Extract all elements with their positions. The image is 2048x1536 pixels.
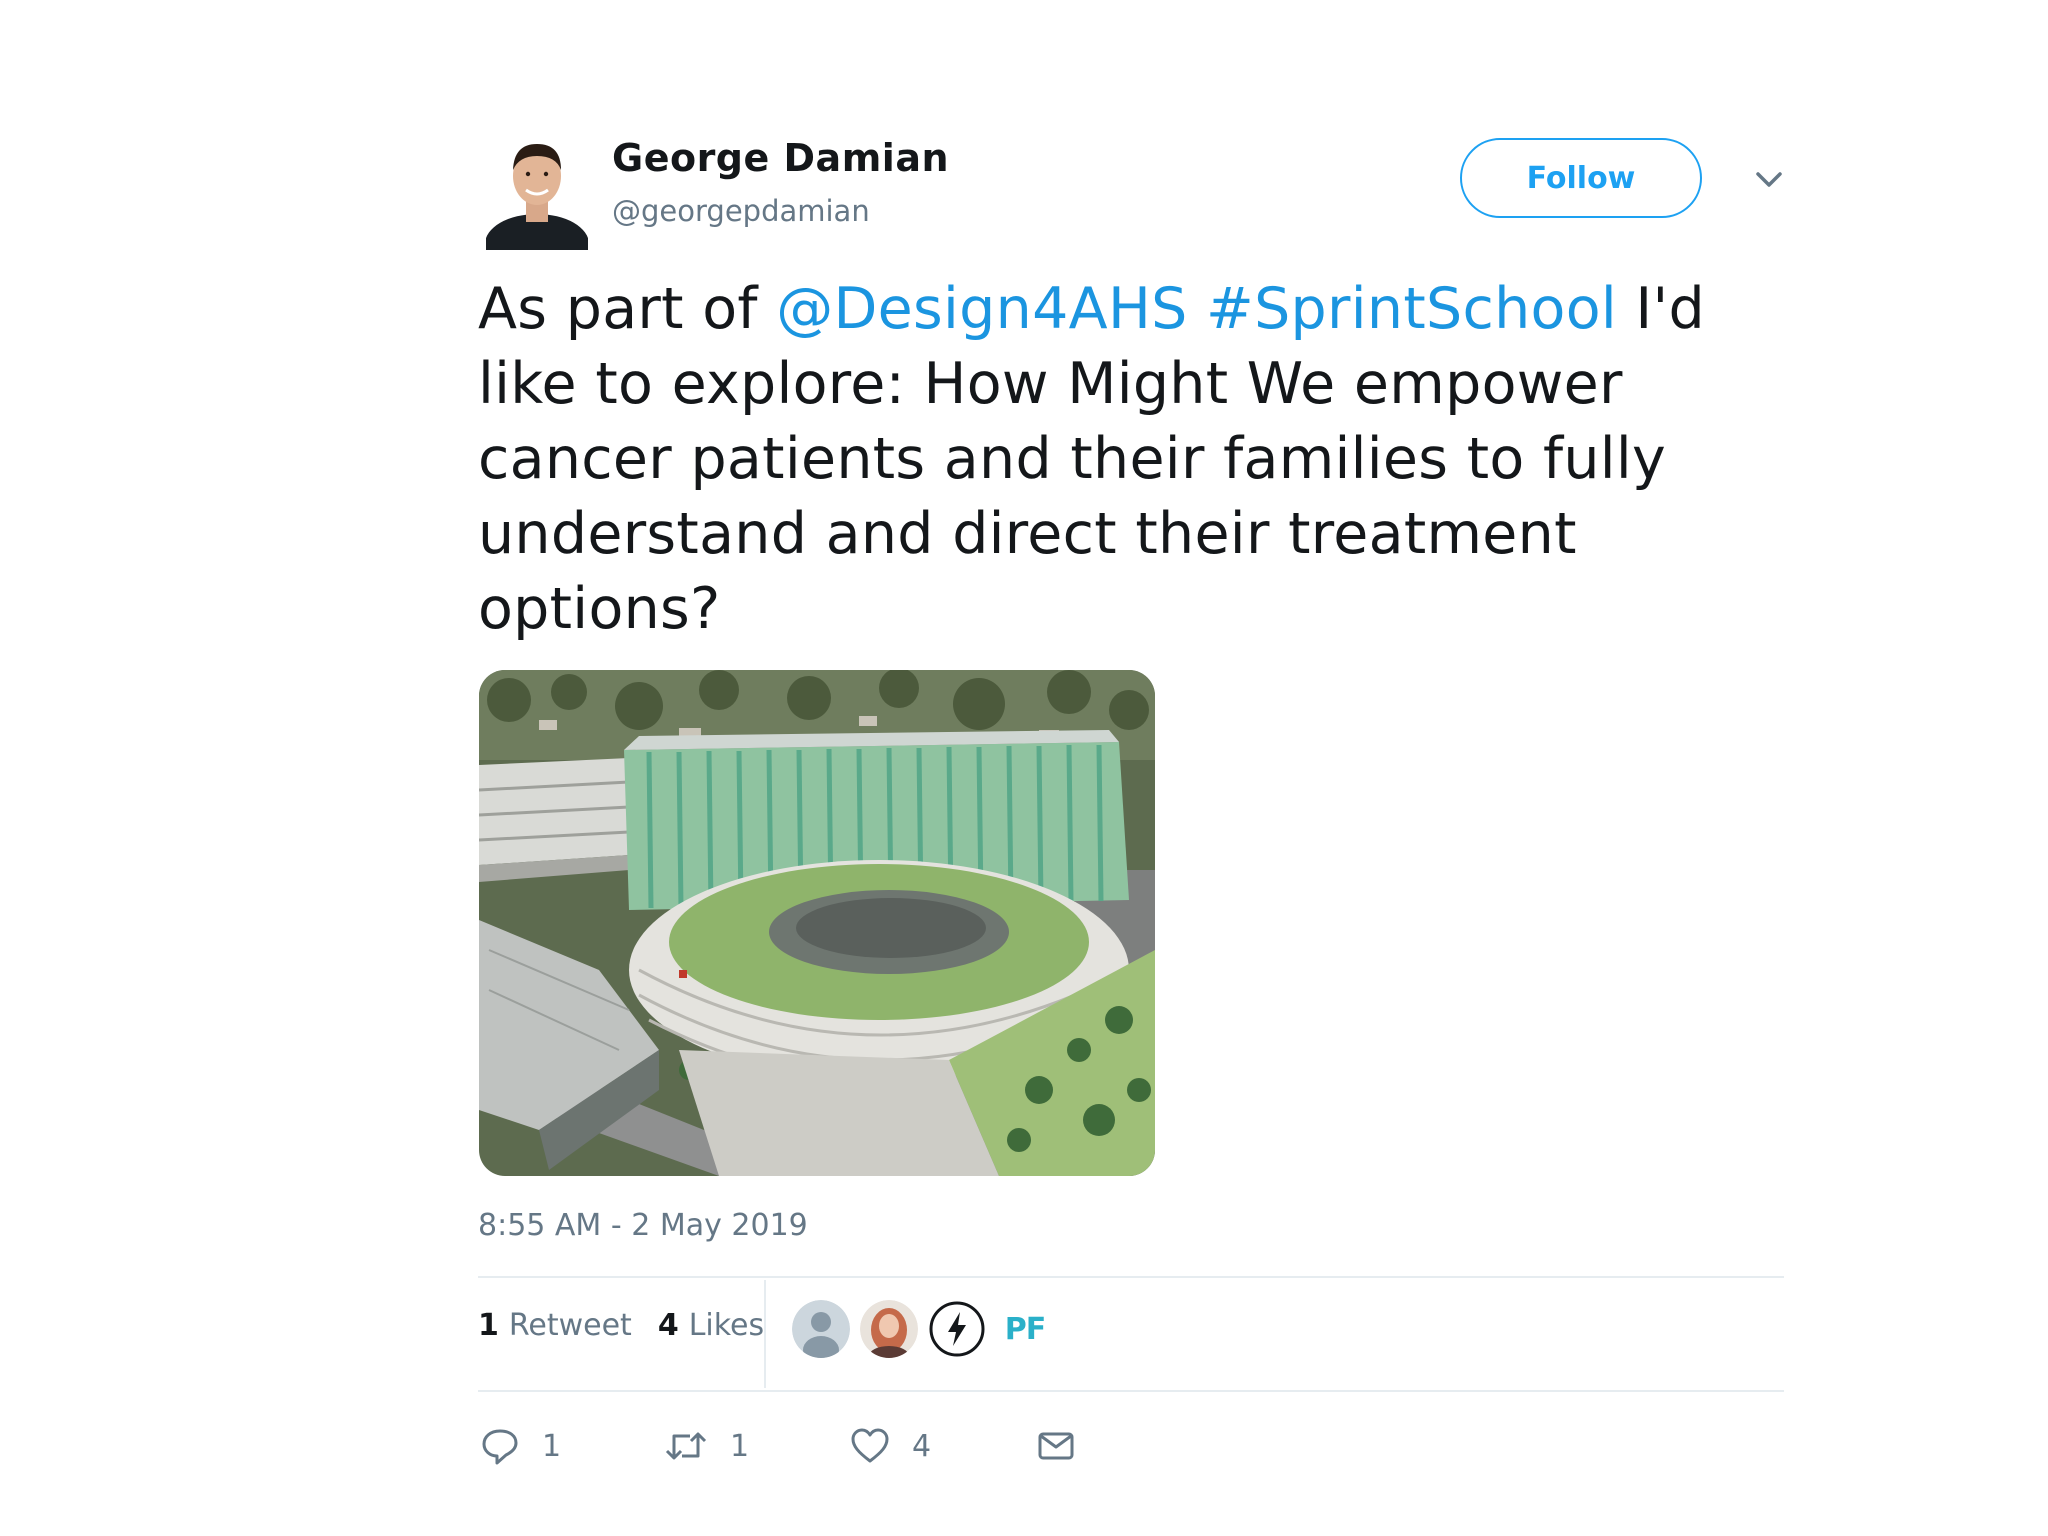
tweet-actions: 1 1 4: [478, 1416, 1178, 1476]
liker-avatar[interactable]: [792, 1300, 850, 1358]
avatar[interactable]: [486, 132, 588, 250]
liker-badge-label: PF: [1004, 1311, 1046, 1347]
tweet-stats: 1 Retweet 4 Likes: [478, 1308, 764, 1343]
retweet-button[interactable]: 1: [664, 1416, 749, 1476]
liker-avatars: PF: [792, 1300, 1064, 1358]
tweet-text-space: [1188, 276, 1206, 342]
chevron-down-icon[interactable]: [1752, 162, 1786, 196]
tweet-text: As part of @Design4AHS #SprintSchool I'd…: [478, 272, 1778, 647]
like-count: 4: [912, 1428, 932, 1464]
reply-icon: [482, 1429, 518, 1465]
mention-link[interactable]: @Design4AHS: [776, 276, 1187, 342]
follow-button[interactable]: Follow: [1460, 138, 1702, 218]
reply-count: 1: [542, 1428, 562, 1464]
hashtag-link[interactable]: #SprintSchool: [1206, 276, 1617, 342]
tweet-card: George Damian @georgepdamian Follow As p…: [478, 120, 1784, 1520]
retweet-count: 1: [730, 1428, 750, 1464]
direct-message-icon: [1038, 1432, 1074, 1460]
divider: [478, 1276, 1784, 1278]
likes-stat[interactable]: 4 Likes: [658, 1308, 764, 1343]
divider: [478, 1390, 1784, 1392]
tweet-timestamp[interactable]: 8:55 AM - 2 May 2019: [478, 1208, 808, 1243]
retweets-stat[interactable]: 1 Retweet: [478, 1308, 632, 1343]
likes-count: 4: [657, 1308, 679, 1343]
liker-avatar[interactable]: [860, 1300, 918, 1358]
tweet-text-before: As part of: [478, 276, 777, 342]
direct-message-button[interactable]: [1036, 1416, 1098, 1476]
like-button[interactable]: 4: [850, 1416, 931, 1476]
user-name[interactable]: George Damian: [612, 136, 949, 180]
user-handle[interactable]: @georgepdamian: [612, 194, 870, 228]
liker-avatar-lightning-icon[interactable]: [928, 1300, 986, 1358]
retweets-label: Retweet: [508, 1308, 632, 1343]
stats-separator: [764, 1280, 766, 1388]
likes-label: Likes: [688, 1308, 765, 1343]
retweet-icon: [665, 1432, 707, 1460]
heart-icon: [851, 1428, 889, 1463]
retweets-count: 1: [478, 1308, 499, 1343]
reply-button[interactable]: 1: [480, 1416, 561, 1476]
tweet-photo[interactable]: [479, 670, 1155, 1176]
liker-avatar-pf-badge[interactable]: PF: [996, 1300, 1054, 1358]
